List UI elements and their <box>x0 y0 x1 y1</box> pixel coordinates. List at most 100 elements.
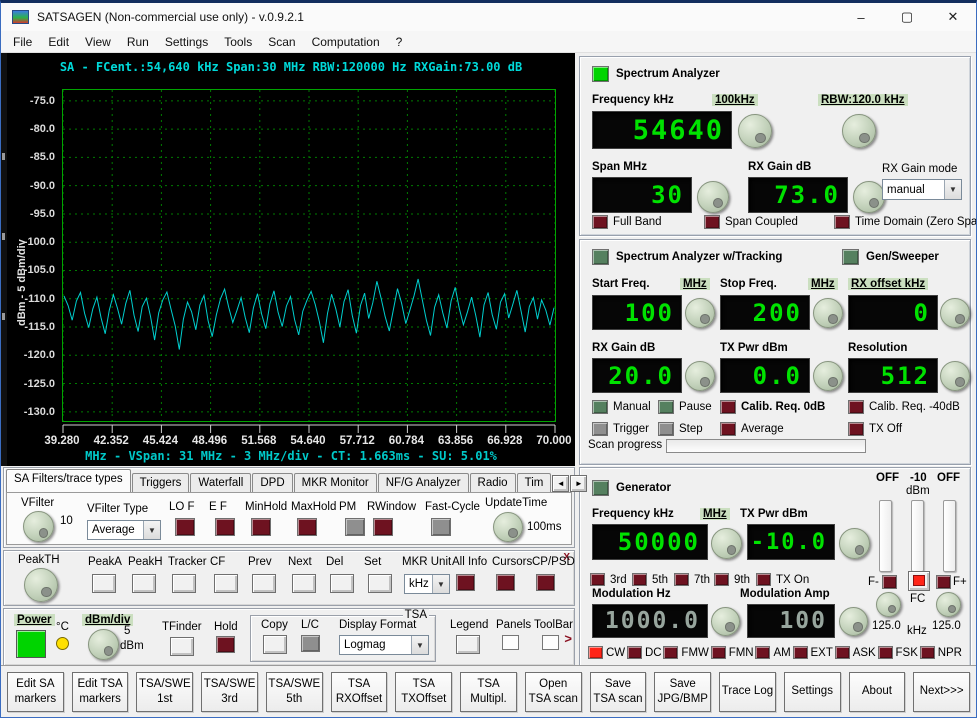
peak-th-knob[interactable] <box>24 568 58 602</box>
filter-pm-button[interactable] <box>345 518 365 536</box>
gen-slider-right[interactable] <box>943 500 956 572</box>
f-minus-knob[interactable] <box>876 592 901 617</box>
mode-fmw-led[interactable] <box>663 646 679 659</box>
gen-slider-center[interactable] <box>911 500 924 572</box>
panels-checkbox[interactable] <box>502 635 519 650</box>
mode-npr-led[interactable] <box>919 646 935 659</box>
gen-txpwr-display[interactable]: -10.0 <box>747 524 835 560</box>
indicator-calib--req--0db-led[interactable] <box>720 400 736 414</box>
harmonic-3rd-led[interactable] <box>590 573 605 586</box>
filter-maxhold-button[interactable] <box>297 518 317 536</box>
mod-hz-display[interactable]: 1000.0 <box>592 604 708 638</box>
marker-cf-button[interactable] <box>214 574 238 593</box>
vfilter-knob[interactable] <box>23 511 54 542</box>
button-tsa-txoffset[interactable]: TSA TXOffset <box>395 671 453 712</box>
gen-txpwr-knob[interactable] <box>839 528 870 559</box>
rbw-chip[interactable]: RBW:120.0 kHz <box>818 94 908 106</box>
marker-del-button[interactable] <box>330 574 354 593</box>
f-plus-knob[interactable] <box>936 592 961 617</box>
menu-item-tools[interactable]: Tools <box>216 33 260 51</box>
legend-button[interactable] <box>456 635 480 654</box>
frequency-display[interactable]: 54640 <box>592 111 732 149</box>
mode-am-led[interactable] <box>755 646 771 659</box>
marker-tracker-button[interactable] <box>172 574 196 593</box>
rx-offset-display[interactable]: 0 <box>848 295 938 330</box>
menu-item-settings[interactable]: Settings <box>157 33 216 51</box>
update-time-knob[interactable] <box>493 512 523 542</box>
button-trace-log[interactable]: Trace Log <box>719 671 776 712</box>
rx-offset-knob[interactable] <box>940 298 970 328</box>
resolution-display[interactable]: 512 <box>848 358 938 393</box>
button-settings[interactable]: Settings <box>783 671 841 712</box>
gen-sweeper-led[interactable] <box>842 249 859 265</box>
power-chip[interactable]: Power <box>14 614 55 626</box>
start-freq-display[interactable]: 100 <box>592 295 682 330</box>
mode-fsk-led[interactable] <box>877 646 893 659</box>
check-time-domain--zero-span--led[interactable] <box>834 215 850 229</box>
rxgain-mode-select[interactable]: manual ▼ <box>882 179 962 200</box>
filter-fast-cycle-button[interactable] <box>431 518 451 536</box>
button-open-tsa-scan[interactable]: Open TSA scan <box>524 671 582 712</box>
tab-scroll-right-icon[interactable]: ► <box>570 475 588 492</box>
hold-led[interactable] <box>216 636 235 653</box>
dbmdiv-knob[interactable] <box>88 629 119 660</box>
indicator-tx-off-led[interactable] <box>848 422 864 436</box>
menu-item-run[interactable]: Run <box>119 33 157 51</box>
stop-freq-knob[interactable] <box>813 298 843 328</box>
button-save-tsa-scan[interactable]: Save TSA scan <box>589 671 647 712</box>
copy-button[interactable] <box>263 635 287 654</box>
rx-offset-chip[interactable]: RX offset kHz <box>848 278 929 290</box>
minimize-icon[interactable]: – <box>838 3 884 31</box>
mod-hz-knob[interactable] <box>711 607 740 636</box>
gen-frequency-chip[interactable]: MHz <box>700 508 730 520</box>
tab-nf-g-analyzer[interactable]: NF/G Analyzer <box>377 473 469 492</box>
rxgain-display[interactable]: 73.0 <box>748 177 848 213</box>
rbw-knob[interactable] <box>842 114 876 148</box>
filter-e-f-button[interactable] <box>215 518 235 536</box>
mode-cw-led[interactable] <box>588 646 603 659</box>
mod-amp-knob[interactable] <box>839 607 868 636</box>
display-format-select[interactable]: Logmag ▼ <box>339 635 429 655</box>
marker-all-info-led[interactable] <box>456 574 475 591</box>
start-freq-knob[interactable] <box>685 298 715 328</box>
indicator-step-led[interactable] <box>658 422 674 436</box>
harmonic-7th-led[interactable] <box>674 573 689 586</box>
rxgain-knob[interactable] <box>853 181 885 213</box>
button-tsa-multipl[interactable]: TSA Multipl. <box>460 671 517 712</box>
indicator-calib--req---40db-led[interactable] <box>848 400 864 414</box>
tab-sa-filters-trace-types[interactable]: SA Filters/trace types <box>6 469 131 492</box>
power-led[interactable] <box>16 630 46 658</box>
button-tsa-rxoffset[interactable]: TSA RXOffset <box>330 671 388 712</box>
close-icon[interactable]: ✕ <box>930 3 976 31</box>
menu-item-file[interactable]: File <box>5 33 40 51</box>
button-save-jpg-bmp[interactable]: Save JPG/BMP <box>654 671 712 712</box>
generator-led[interactable] <box>592 480 609 496</box>
vfilter-type-select[interactable]: Average ▼ <box>87 520 161 540</box>
spectrum-analyzer-led[interactable] <box>592 66 609 82</box>
menu-item-computation[interactable]: Computation <box>304 33 388 51</box>
gen-slider-left[interactable] <box>879 500 892 572</box>
mode-ask-led[interactable] <box>834 646 850 659</box>
button-tsa-swe-1st[interactable]: TSA/SWE 1st <box>136 671 194 712</box>
tab-mkr-monitor[interactable]: MKR Monitor <box>293 473 377 492</box>
tfinder-button[interactable] <box>170 637 194 656</box>
check-full-band-led[interactable] <box>592 215 608 229</box>
toolbar-checkbox[interactable] <box>542 635 559 650</box>
fc-button[interactable] <box>908 571 930 591</box>
tab-radio[interactable]: Radio <box>469 473 516 492</box>
button-next[interactable]: Next>>> <box>913 671 971 712</box>
indicator-manual-led[interactable] <box>592 400 608 414</box>
f-minus-led[interactable] <box>882 575 897 589</box>
t-txpwr-display[interactable]: 0.0 <box>720 358 810 393</box>
tab-dpd[interactable]: DPD <box>252 473 293 492</box>
t-txpwr-knob[interactable] <box>813 361 843 391</box>
stop-unit-chip[interactable]: MHz <box>808 278 838 290</box>
marker-set-button[interactable] <box>368 574 392 593</box>
tab-scroll-left-icon[interactable]: ◄ <box>552 475 570 492</box>
menu-item-edit[interactable]: Edit <box>40 33 77 51</box>
mod-amp-display[interactable]: 100 <box>747 604 835 638</box>
frequency-knob[interactable] <box>738 114 772 148</box>
button-tsa-swe-5th[interactable]: TSA/SWE 5th <box>265 671 323 712</box>
f-plus-led[interactable] <box>936 575 951 589</box>
mode-dc-led[interactable] <box>626 646 642 659</box>
